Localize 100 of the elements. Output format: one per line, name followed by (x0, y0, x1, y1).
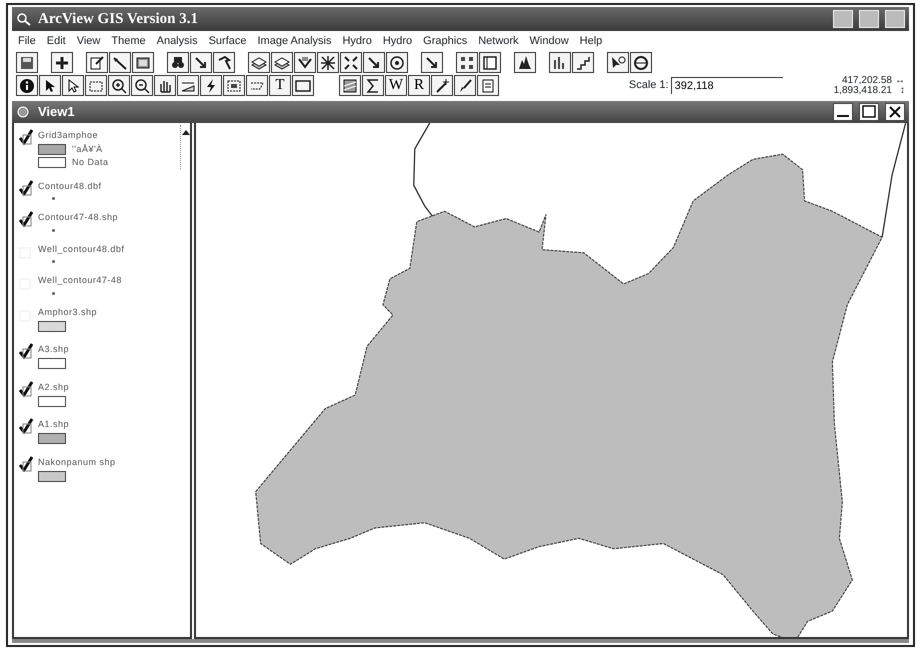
target-icon (388, 54, 406, 72)
menu-item[interactable]: Hydro (342, 32, 372, 50)
toolbar-button[interactable] (132, 52, 154, 73)
toolbar-button[interactable] (477, 75, 499, 96)
menu-item[interactable]: Analysis (156, 32, 198, 50)
theme-name[interactable]: Well_contour47-48 (38, 274, 122, 288)
point-symbol (52, 197, 55, 200)
arrow-glyph: ↔ (895, 76, 905, 86)
toolbar-button[interactable] (363, 52, 385, 73)
theme-name[interactable]: Nakonpanum shp (38, 456, 116, 469)
toolbar-button[interactable] (271, 52, 293, 73)
zoom-in-icon (110, 76, 128, 94)
toolbar-button[interactable]: T (269, 75, 291, 96)
toolbar-button[interactable]: R (408, 75, 430, 96)
toolbar-button[interactable] (177, 75, 199, 96)
toolbar-button[interactable] (362, 75, 384, 96)
toolbar-button[interactable] (549, 52, 571, 73)
window-title: ArcView GIS Version 3.1 (38, 10, 198, 29)
toolbar-button[interactable] (431, 75, 453, 96)
menu-item[interactable]: File (18, 32, 36, 50)
toolbar-button[interactable] (572, 52, 594, 73)
toolbar-button[interactable] (190, 52, 212, 73)
visibility-checkbox[interactable] (18, 129, 34, 145)
menu-item[interactable]: Hydro (382, 32, 412, 50)
toolbar-button[interactable] (213, 52, 235, 73)
maximize-button[interactable] (859, 103, 879, 121)
toolbar-button[interactable] (317, 52, 339, 73)
scroll-up-icon[interactable] (181, 128, 191, 136)
theme-name[interactable]: A2.shp (38, 380, 70, 394)
toolbar-button[interactable] (607, 52, 629, 73)
toolbar-button[interactable] (51, 52, 73, 73)
toolbar-button[interactable] (16, 52, 38, 73)
toolbar-button[interactable] (421, 52, 443, 73)
x-coordinate: 417,202.58 (840, 76, 892, 86)
map-icon (341, 76, 359, 94)
minimize-button[interactable] (833, 103, 853, 121)
y-coordinate: 1,893,418.21 (834, 86, 892, 96)
toolbar-button[interactable] (223, 75, 245, 96)
legend-label: No Data (72, 156, 109, 169)
close-button[interactable] (885, 103, 905, 121)
toolbar-button[interactable] (167, 52, 189, 73)
point-symbol (52, 292, 55, 294)
visibility-checkbox[interactable] (18, 418, 34, 434)
menu-item[interactable]: Help (580, 32, 602, 50)
menu-item[interactable]: Window (530, 32, 569, 50)
toolbar-button[interactable] (339, 75, 361, 96)
toolbar-button[interactable] (154, 75, 176, 96)
toolbar-button[interactable] (62, 75, 84, 96)
scale-label: Scale 1: (628, 78, 669, 94)
toolbar-button[interactable] (248, 52, 270, 73)
toolbar-button[interactable] (630, 52, 652, 73)
menu-item[interactable]: Graphics (423, 32, 468, 50)
theme-name[interactable]: Amphor3.shp (38, 306, 98, 319)
visibility-checkbox[interactable] (18, 180, 34, 196)
visibility-checkbox[interactable] (18, 380, 34, 396)
toolbar-button[interactable] (454, 75, 476, 96)
toolbar-button[interactable] (131, 75, 153, 96)
menu-item[interactable]: Surface (208, 32, 246, 50)
theme-name[interactable]: Contour48.dbf (38, 180, 102, 193)
toolbar-button[interactable] (479, 52, 501, 73)
scroll-bar[interactable] (180, 125, 192, 169)
toolbar-button[interactable] (108, 75, 130, 96)
maximize-icon (860, 103, 878, 121)
scale-field[interactable]: 392,118 (670, 77, 783, 94)
menu-item[interactable]: Edit (46, 32, 66, 50)
theme-name[interactable]: Well_contour48.dbf (38, 242, 124, 256)
frame-icon (481, 54, 499, 72)
menu-item[interactable]: Image Analysis (258, 32, 332, 50)
theme-name[interactable]: A1.shp (38, 418, 70, 432)
menu-item[interactable]: Theme (111, 32, 146, 50)
toolbar-button[interactable] (456, 52, 478, 73)
toolbar-button[interactable] (200, 75, 222, 96)
point-symbol (52, 260, 55, 263)
toolbar-button[interactable] (109, 52, 131, 73)
toolbar-button[interactable] (86, 52, 108, 73)
zoom-out-icon (133, 76, 151, 94)
toolbar-button[interactable] (386, 52, 408, 73)
cross-icon (319, 54, 337, 72)
point-symbol (52, 228, 55, 232)
view-title: View1 (38, 103, 75, 122)
minimize-icon (837, 115, 849, 117)
toolbar-button[interactable] (294, 52, 316, 73)
toolbar-button[interactable] (292, 75, 314, 96)
arrow-glyph: ↕ (899, 86, 905, 96)
theme-name[interactable]: Contour47-48.shp (38, 211, 118, 224)
toolbar-button[interactable] (85, 75, 107, 96)
theme-name[interactable]: A3.shp (38, 343, 70, 356)
visibility-checkbox[interactable] (18, 211, 34, 227)
theme-name[interactable]: Grid3amphoe (38, 129, 109, 142)
toolbar-button[interactable] (39, 75, 61, 96)
toolbar-button[interactable] (16, 75, 38, 96)
toolbar-button[interactable] (340, 52, 362, 73)
visibility-checkbox[interactable] (18, 343, 34, 359)
toolbar-button[interactable] (514, 52, 536, 73)
document-icon (88, 54, 106, 72)
visibility-checkbox[interactable] (18, 456, 34, 472)
menu-item[interactable]: View (76, 32, 100, 50)
toolbar-button[interactable]: W (385, 75, 407, 96)
menu-item[interactable]: Network (478, 32, 519, 50)
toolbar-button[interactable] (246, 75, 268, 96)
